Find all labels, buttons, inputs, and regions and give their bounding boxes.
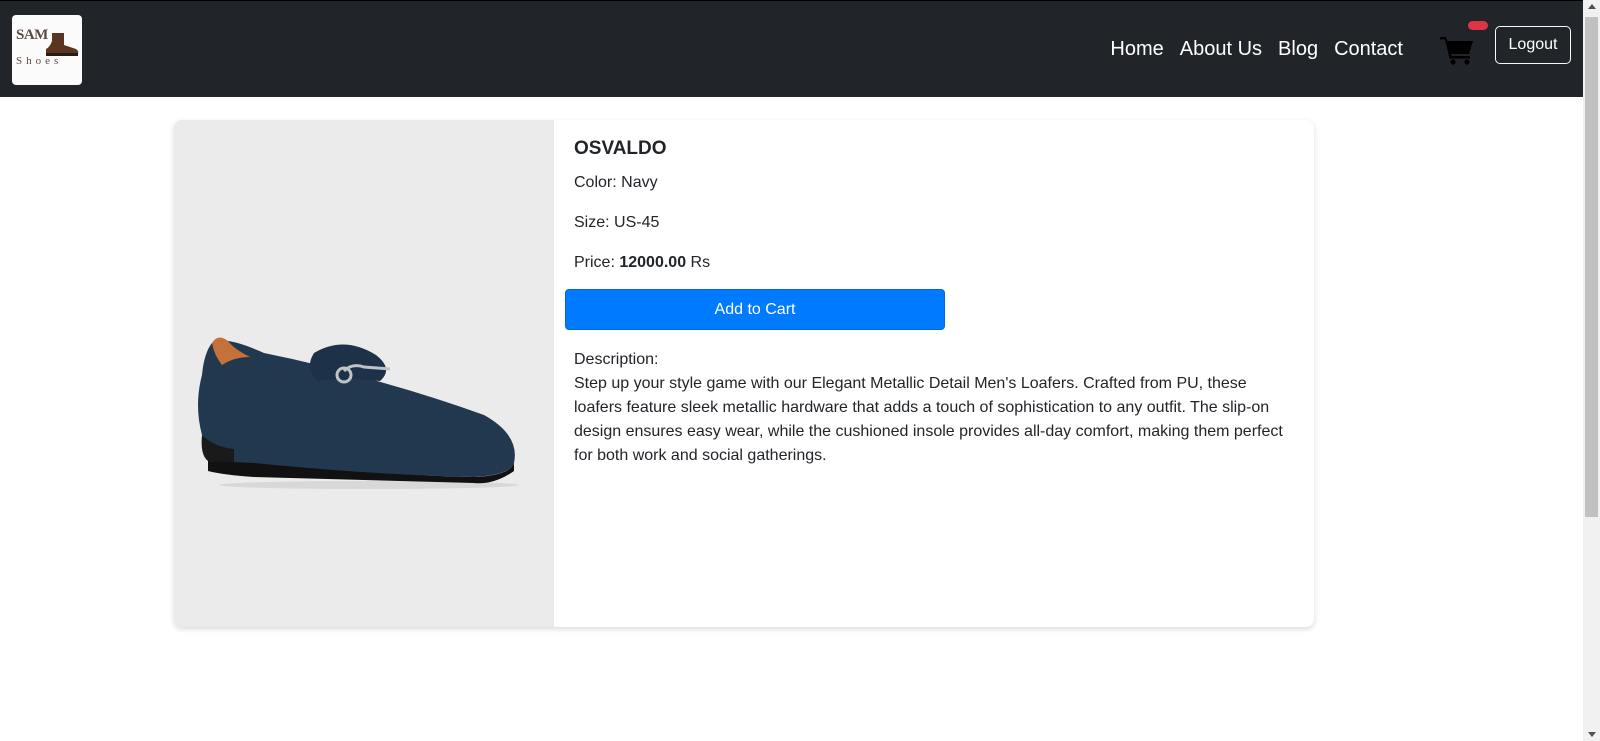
logo-text-bottom: Shoes bbox=[16, 55, 63, 67]
product-name: OSVALDO bbox=[574, 138, 667, 159]
scroll-down-icon[interactable] bbox=[1588, 732, 1596, 737]
product-size: Size: US-45 bbox=[574, 213, 1294, 232]
description-text: Step up your style game with our Elegant… bbox=[574, 375, 1283, 464]
nav-blog[interactable]: Blog bbox=[1278, 37, 1318, 61]
nav-contact[interactable]: Contact bbox=[1334, 37, 1403, 61]
color-value: Navy bbox=[621, 174, 658, 191]
shopping-cart-icon[interactable] bbox=[1440, 35, 1474, 65]
scroll-thumb[interactable] bbox=[1585, 17, 1598, 517]
nav-about-us[interactable]: About Us bbox=[1180, 37, 1262, 61]
boot-icon bbox=[46, 33, 79, 56]
price-label: Price: bbox=[574, 254, 615, 271]
cart-count-badge bbox=[1468, 21, 1488, 30]
size-label: Size: bbox=[574, 214, 610, 231]
scroll-up-icon[interactable] bbox=[1588, 4, 1596, 9]
description-label: Description: bbox=[574, 351, 659, 368]
loafer-image bbox=[198, 337, 519, 489]
price-currency: Rs bbox=[690, 254, 711, 271]
product-details: OSVALDO Color: Navy Size: US-45 Price: 1… bbox=[565, 138, 1294, 468]
nav-links: Home About Us Blog Contact bbox=[1110, 37, 1403, 61]
vertical-scrollbar[interactable] bbox=[1583, 0, 1600, 741]
size-value: US-45 bbox=[614, 214, 660, 231]
logout-button[interactable]: Logout bbox=[1495, 26, 1571, 64]
brand-logo[interactable]: SAM Shoes bbox=[12, 15, 82, 85]
product-color: Color: Navy bbox=[574, 173, 1294, 192]
navbar: SAM Shoes Home About Us Blog Contact Log… bbox=[0, 0, 1583, 97]
color-label: Color: bbox=[574, 174, 617, 191]
price-value: 12000.00 bbox=[619, 254, 687, 271]
product-image bbox=[174, 120, 554, 627]
nav-home[interactable]: Home bbox=[1110, 37, 1163, 61]
product-card: OSVALDO Color: Navy Size: US-45 Price: 1… bbox=[174, 120, 1314, 627]
product-price: Price: 12000.00 Rs bbox=[574, 253, 1294, 272]
add-to-cart-button[interactable]: Add to Cart bbox=[565, 289, 945, 330]
